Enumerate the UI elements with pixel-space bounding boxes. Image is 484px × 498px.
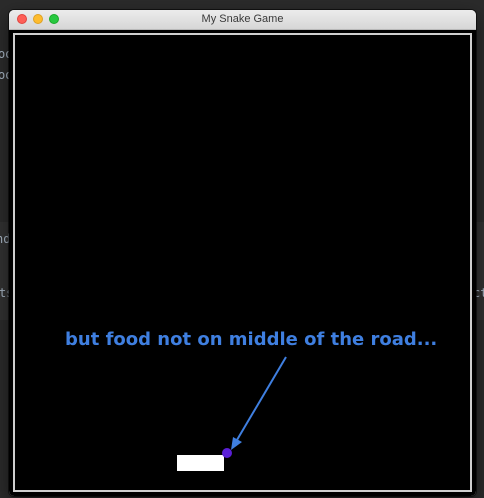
window-titlebar[interactable]: My Snake Game: [9, 10, 476, 30]
game-canvas[interactable]: [13, 33, 472, 492]
food-dot: [222, 448, 232, 458]
game-window: My Snake Game: [9, 10, 476, 496]
window-content: [9, 30, 476, 496]
snake-body: [177, 455, 224, 471]
annotation-text: but food not on middle of the road...: [65, 329, 438, 350]
window-title: My Snake Game: [201, 13, 284, 25]
